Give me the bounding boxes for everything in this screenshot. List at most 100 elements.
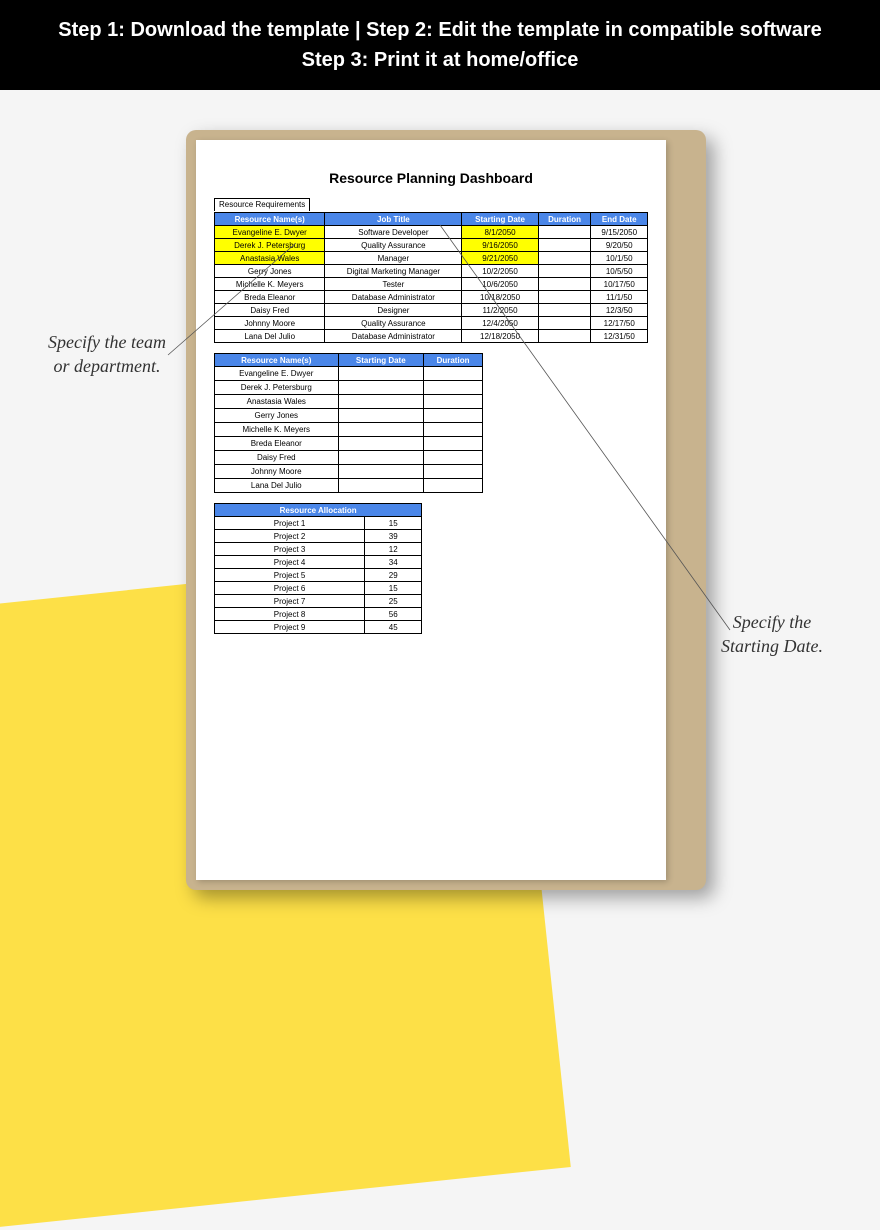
table-cell [538, 291, 591, 304]
table-row: Derek J. Petersburg [215, 381, 483, 395]
table-cell: 56 [365, 608, 422, 621]
table-row: Evangeline E. DwyerSoftware Developer8/1… [215, 226, 648, 239]
table-cell: 8/1/2050 [462, 226, 538, 239]
table-row: Johnny Moore [215, 465, 483, 479]
table-row: Project 529 [215, 569, 422, 582]
table-row: Project 945 [215, 621, 422, 634]
table-cell: Project 9 [215, 621, 365, 634]
table-cell: 9/16/2050 [462, 239, 538, 252]
table-cell: 10/6/2050 [462, 278, 538, 291]
table-cell [538, 226, 591, 239]
table-row: Anastasia Wales [215, 395, 483, 409]
resource-requirements-table: Resource Name(s)Job TitleStarting DateDu… [214, 212, 648, 343]
table-cell: Designer [325, 304, 462, 317]
table-cell: 10/1/50 [591, 252, 648, 265]
table-cell [423, 409, 482, 423]
table-row: Gerry JonesDigital Marketing Manager10/2… [215, 265, 648, 278]
table-header: Resource Name(s) [215, 213, 325, 226]
table-cell: 12/4/2050 [462, 317, 538, 330]
instruction-line-1: Step 1: Download the template | Step 2: … [58, 15, 822, 45]
table-cell: Database Administrator [325, 330, 462, 343]
table-cell: 29 [365, 569, 422, 582]
table-cell [338, 451, 423, 465]
table-cell: Project 3 [215, 543, 365, 556]
table-cell [538, 278, 591, 291]
table-cell: Derek J. Petersburg [215, 239, 325, 252]
instruction-bar: Step 1: Download the template | Step 2: … [0, 0, 880, 90]
table-cell: Software Developer [325, 226, 462, 239]
table-cell: 45 [365, 621, 422, 634]
table-cell: Project 1 [215, 517, 365, 530]
table-cell: 11/1/50 [591, 291, 648, 304]
table-cell [338, 437, 423, 451]
table-cell: 25 [365, 595, 422, 608]
table-cell: Project 7 [215, 595, 365, 608]
table-cell: Manager [325, 252, 462, 265]
table-cell: Project 4 [215, 556, 365, 569]
table-header: End Date [591, 213, 648, 226]
table-cell: Project 5 [215, 569, 365, 582]
table-cell: 34 [365, 556, 422, 569]
table-cell [538, 239, 591, 252]
table-cell: Daisy Fred [215, 304, 325, 317]
table-cell: 15 [365, 582, 422, 595]
table-cell: Anastasia Wales [215, 395, 339, 409]
table-row: Project 856 [215, 608, 422, 621]
table-row: Daisy Fred [215, 451, 483, 465]
table-cell: Michelle K. Meyers [215, 278, 325, 291]
table-row: Lana Del Julio [215, 479, 483, 493]
table-row: Michelle K. MeyersTester10/6/205010/17/5… [215, 278, 648, 291]
table-row: Project 434 [215, 556, 422, 569]
table-cell: 11/2/2050 [462, 304, 538, 317]
table-row: Michelle K. Meyers [215, 423, 483, 437]
table-cell: Gerry Jones [215, 409, 339, 423]
table-cell [338, 395, 423, 409]
table-cell: Lana Del Julio [215, 330, 325, 343]
table-cell: Digital Marketing Manager [325, 265, 462, 278]
table-cell: Evangeline E. Dwyer [215, 226, 325, 239]
document-page: Resource Planning Dashboard Resource Req… [196, 140, 666, 880]
table-cell [423, 367, 482, 381]
table-cell: 10/5/50 [591, 265, 648, 278]
table-row: Project 615 [215, 582, 422, 595]
table-cell: 12 [365, 543, 422, 556]
callout-team-department: Specify the team or department. [38, 330, 176, 379]
table-cell: 10/2/2050 [462, 265, 538, 278]
table-cell: 12/31/50 [591, 330, 648, 343]
table-row: Johnny MooreQuality Assurance12/4/205012… [215, 317, 648, 330]
table-cell: Breda Eleanor [215, 437, 339, 451]
table-cell: 12/18/2050 [462, 330, 538, 343]
table-header: Job Title [325, 213, 462, 226]
table-cell [423, 451, 482, 465]
table-cell: Project 2 [215, 530, 365, 543]
table-cell [338, 423, 423, 437]
table-row: Gerry Jones [215, 409, 483, 423]
table-cell [338, 465, 423, 479]
table-header: Resource Name(s) [215, 354, 339, 367]
table-header: Starting Date [338, 354, 423, 367]
table-cell [338, 367, 423, 381]
table-cell: Derek J. Petersburg [215, 381, 339, 395]
page-title: Resource Planning Dashboard [214, 170, 648, 186]
table-row: Project 312 [215, 543, 422, 556]
table-cell: 12/17/50 [591, 317, 648, 330]
table-cell [538, 265, 591, 278]
table-row: Breda Eleanor [215, 437, 483, 451]
table-cell: 9/15/2050 [591, 226, 648, 239]
table-row: Anastasia WalesManager9/21/205010/1/50 [215, 252, 648, 265]
table-row: Project 239 [215, 530, 422, 543]
table-cell [423, 465, 482, 479]
table-cell: 12/3/50 [591, 304, 648, 317]
table-cell: Anastasia Wales [215, 252, 325, 265]
table-header: Duration [538, 213, 591, 226]
table-row: Daisy FredDesigner11/2/2050 12/3/50 [215, 304, 648, 317]
table-cell: Johnny Moore [215, 465, 339, 479]
resource-allocation-table: Resource Allocation Project 115Project 2… [214, 503, 422, 634]
table-cell: Project 6 [215, 582, 365, 595]
table-cell: Evangeline E. Dwyer [215, 367, 339, 381]
section-label-requirements: Resource Requirements [214, 198, 310, 211]
table-cell: 9/20/50 [591, 239, 648, 252]
instruction-line-2: Step 3: Print it at home/office [302, 45, 579, 75]
table-row: Lana Del JulioDatabase Administrator12/1… [215, 330, 648, 343]
table-cell: Project 8 [215, 608, 365, 621]
